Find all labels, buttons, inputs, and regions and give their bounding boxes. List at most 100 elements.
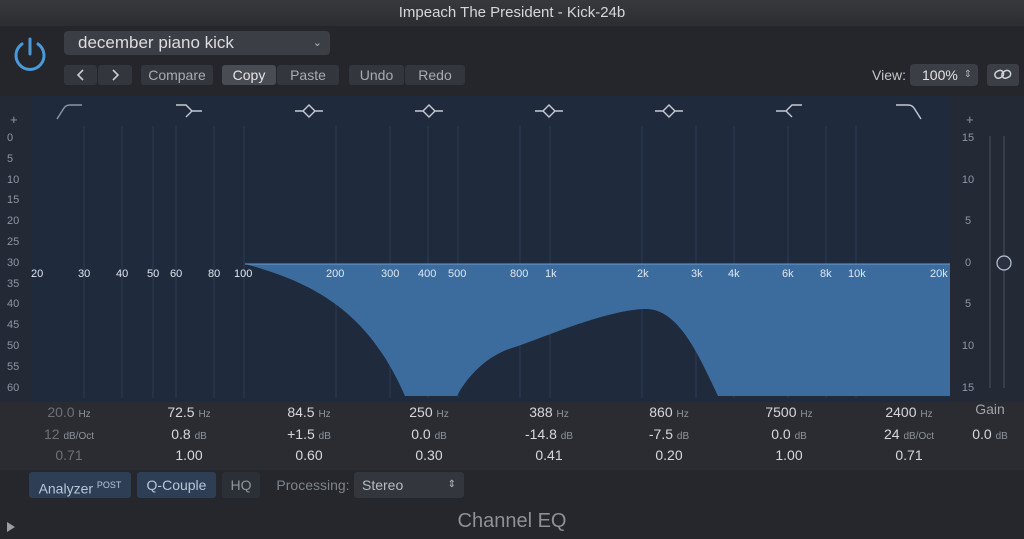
bell-icon[interactable]: [654, 100, 684, 122]
bell-icon[interactable]: [294, 100, 324, 122]
band-frequency-value: 250: [409, 404, 433, 420]
left-axis-tick: 0: [7, 132, 14, 144]
power-icon[interactable]: [9, 33, 51, 75]
frequency-label: 200: [326, 268, 345, 280]
band-8-gain-field[interactable]: 24 dB/Oct: [849, 426, 969, 442]
right-axis-tick: 10: [961, 340, 975, 352]
high-shelf-icon[interactable]: [774, 100, 804, 122]
band-4-q-field[interactable]: 0.30: [369, 447, 489, 463]
band-5-frequency-field[interactable]: 388 Hz: [489, 404, 609, 420]
add-band-left[interactable]: +: [10, 112, 18, 127]
add-band-right[interactable]: +: [966, 112, 974, 127]
band-frequency-value: 2400: [885, 404, 917, 420]
bell-icon[interactable]: [534, 100, 564, 122]
frequency-label: 8k: [820, 268, 832, 280]
band-gain-value: 0.0: [771, 426, 791, 442]
band-4-frequency-field[interactable]: 250 Hz: [369, 404, 489, 420]
frequency-label: 400: [418, 268, 437, 280]
band-3-q-field[interactable]: 0.60: [249, 447, 369, 463]
paste-button[interactable]: Paste: [277, 65, 339, 85]
processing-select[interactable]: Stereo ⇕: [354, 472, 464, 498]
compare-button[interactable]: Compare: [141, 65, 213, 85]
copy-button[interactable]: Copy: [222, 65, 276, 85]
band-5-gain-field[interactable]: -14.8 dB: [489, 426, 609, 442]
frequency-label: 2k: [637, 268, 649, 280]
band-frequency-unit: Hz: [436, 409, 449, 420]
gain-value-field[interactable]: 0.0 dB: [958, 426, 1022, 442]
band-gain-unit: dB: [434, 431, 447, 442]
band-q-value: 0.71: [55, 447, 83, 463]
band-3-gain-field[interactable]: +1.5 dB: [249, 426, 369, 442]
previous-preset-button[interactable]: [64, 65, 97, 85]
frequency-label: 6k: [782, 268, 794, 280]
preset-name: december piano kick: [78, 33, 234, 52]
band-1-q-field[interactable]: 0.71: [9, 447, 129, 463]
band-q-value: 0.41: [535, 447, 563, 463]
band-6-gain-field[interactable]: -7.5 dB: [609, 426, 729, 442]
band-7-gain-field[interactable]: 0.0 dB: [729, 426, 849, 442]
band-frequency-value: 7500: [765, 404, 797, 420]
band-frequency-unit: Hz: [198, 409, 211, 420]
frequency-label: 50: [147, 268, 160, 280]
bell-icon[interactable]: [414, 100, 444, 122]
band-gain-unit: dB: [676, 431, 690, 442]
band-2-gain-field[interactable]: 0.8 dB: [129, 426, 249, 442]
left-axis-tick: 40: [7, 298, 20, 311]
band-7-q-field[interactable]: 1.00: [729, 447, 849, 463]
high-cut-icon[interactable]: [894, 100, 924, 122]
band-frequency-unit: Hz: [556, 409, 569, 420]
low-cut-icon[interactable]: [54, 100, 84, 122]
band-gain-value: +1.5: [287, 426, 315, 442]
chevron-down-icon: ⌄: [312, 37, 322, 49]
band-frequency-value: 84.5: [287, 404, 315, 420]
band-frequency-unit: Hz: [318, 409, 331, 420]
band-frequency-unit: Hz: [800, 409, 813, 420]
band-7-frequency-field[interactable]: 7500 Hz: [729, 404, 849, 420]
preset-selector[interactable]: december piano kick ⌄: [64, 31, 330, 55]
band-2-frequency-field[interactable]: 72.5 Hz: [129, 404, 249, 420]
band-gain-unit: dB: [318, 431, 331, 442]
left-axis-tick: 25: [7, 236, 20, 248]
link-button[interactable]: [987, 64, 1019, 86]
updown-chevron-icon: ⇕: [963, 69, 972, 80]
band-frequency-unit: Hz: [78, 409, 91, 420]
frequency-label: 1k: [545, 268, 557, 280]
right-axis-tick: 15: [961, 132, 975, 144]
band-8-frequency-field[interactable]: 2400 Hz: [849, 404, 969, 420]
chevron-left-icon: [76, 69, 84, 81]
q-couple-button[interactable]: Q-Couple: [137, 472, 216, 498]
frequency-label: 30: [78, 268, 91, 280]
band-1-gain-field[interactable]: 12 dB/Oct: [9, 426, 129, 442]
frequency-label: 500: [448, 268, 467, 280]
low-shelf-icon[interactable]: [174, 100, 204, 122]
eq-curve-canvas: [32, 126, 1012, 398]
band-5-q-field[interactable]: 0.41: [489, 447, 609, 463]
band-6-q-field[interactable]: 0.20: [609, 447, 729, 463]
link-icon: [994, 69, 1012, 80]
band-8-q-field[interactable]: 0.71: [849, 447, 969, 463]
hq-button[interactable]: HQ: [222, 472, 260, 498]
analyzer-button[interactable]: Analyzer POST: [29, 472, 131, 498]
next-preset-button[interactable]: [98, 65, 132, 85]
updown-chevron-icon: ⇕: [447, 479, 456, 490]
undo-button[interactable]: Undo: [349, 65, 404, 85]
band-gain-value: -14.8: [524, 426, 557, 442]
band-frequency-value: 388: [529, 404, 553, 420]
analyzer-mode: POST: [96, 480, 122, 490]
gain-slider-knob[interactable]: [996, 255, 1012, 271]
band-1-frequency-field[interactable]: 20.0 Hz: [9, 404, 129, 420]
band-4-gain-field[interactable]: 0.0 dB: [369, 426, 489, 442]
band-6-frequency-field[interactable]: 860 Hz: [609, 404, 729, 420]
band-q-value: 1.00: [775, 447, 803, 463]
band-gain-unit: dB: [194, 431, 207, 442]
band-3-frequency-field[interactable]: 84.5 Hz: [249, 404, 369, 420]
band-2-q-field[interactable]: 1.00: [129, 447, 249, 463]
redo-button[interactable]: Redo: [405, 65, 465, 85]
gain-value: 0.0: [972, 426, 992, 442]
frequency-label: 20k: [930, 268, 948, 280]
left-axis-tick: 15: [7, 194, 20, 207]
band-q-value: 1.00: [175, 447, 203, 463]
view-zoom-select[interactable]: 100% ⇕: [910, 64, 978, 86]
left-axis-tick: 45: [7, 319, 20, 332]
right-axis-tick: 15: [961, 381, 975, 394]
